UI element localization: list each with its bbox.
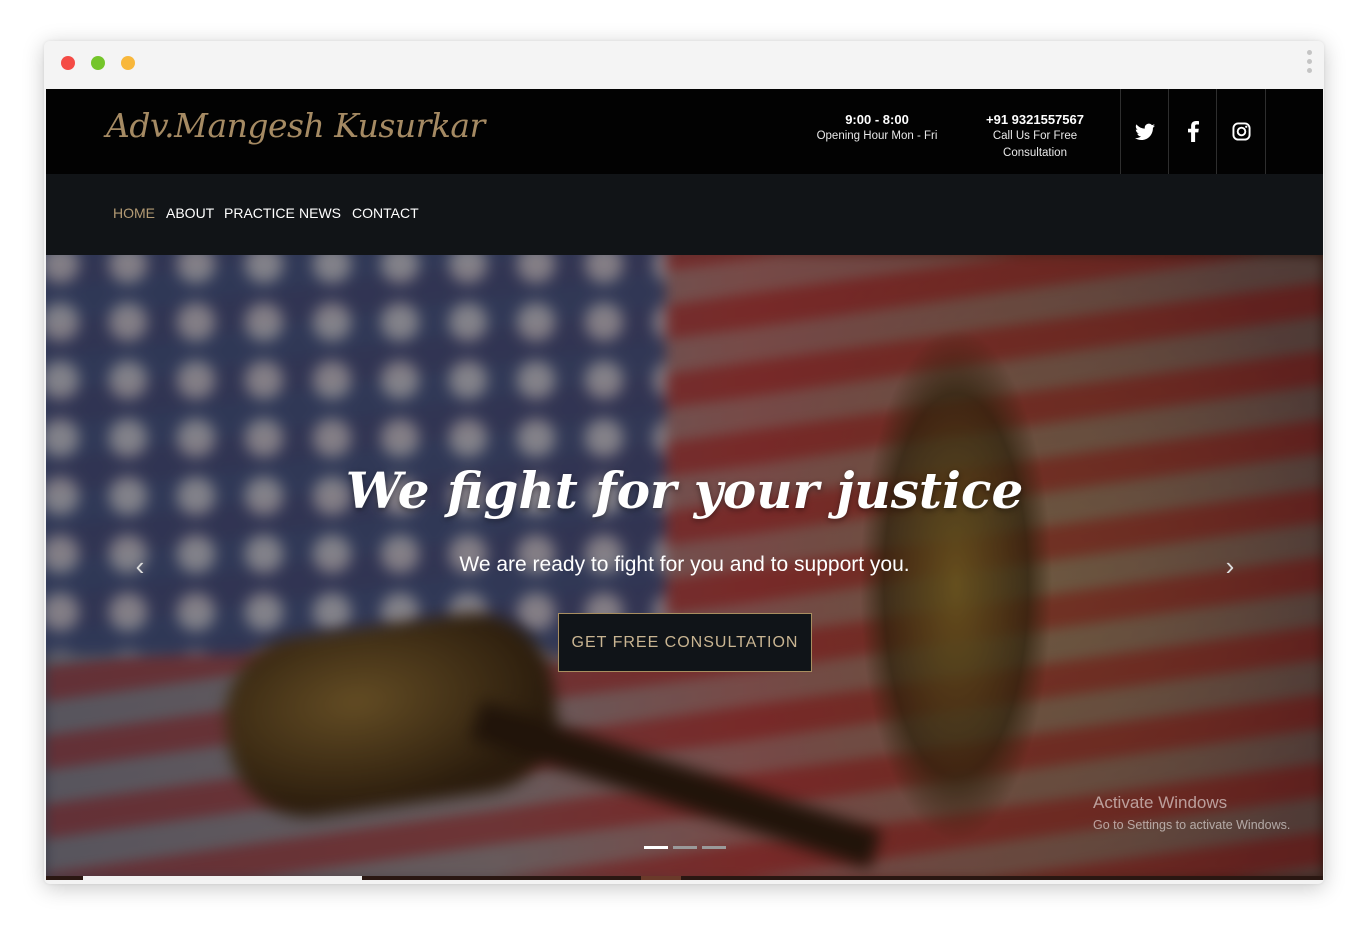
- activate-windows-title: Activate Windows: [1093, 793, 1228, 812]
- twitter-icon: [1135, 123, 1155, 140]
- slider-next-arrow-icon[interactable]: ›: [1220, 553, 1240, 579]
- nav-news[interactable]: NEWS: [299, 205, 341, 221]
- nav-contact[interactable]: CONTACT: [352, 205, 419, 221]
- kebab-menu-icon[interactable]: [1306, 50, 1312, 76]
- minimize-window-button[interactable]: [91, 56, 105, 70]
- title-bar: [44, 41, 1324, 88]
- slide-indicator-2[interactable]: [673, 846, 697, 849]
- hours-caption: Opening Hour Mon - Fri: [816, 130, 938, 142]
- instagram-link[interactable]: [1216, 89, 1266, 174]
- twitter-link[interactable]: [1120, 89, 1169, 174]
- instagram-icon: [1231, 122, 1251, 141]
- phone-number[interactable]: +91 9321557567: [961, 111, 1109, 128]
- hero-slider: We fight for your justice We are ready t…: [46, 255, 1323, 879]
- top-header: Adv.Mangesh Kusurkar 9:00 - 8:00 Opening…: [46, 89, 1323, 174]
- phone-contact: +91 9321557567 Call Us For Free Consulta…: [961, 111, 1109, 162]
- horizontal-scrollbar[interactable]: [46, 876, 1323, 880]
- facebook-link[interactable]: [1168, 89, 1217, 174]
- close-window-button[interactable]: [61, 56, 75, 70]
- nav-practice[interactable]: PRACTICE: [224, 205, 295, 221]
- scrollbar-marker: [641, 876, 681, 880]
- activate-windows-hint: Go to Settings to activate Windows.: [1093, 818, 1291, 832]
- maximize-window-button[interactable]: [121, 56, 135, 70]
- facebook-icon: [1187, 121, 1199, 142]
- slider-prev-arrow-icon[interactable]: ‹: [130, 553, 150, 579]
- slide-indicator-1[interactable]: [644, 846, 668, 849]
- slide-indicator-3[interactable]: [702, 846, 726, 849]
- main-nav: HOME ABOUT PRACTICE NEWS CONTACT: [46, 174, 1323, 255]
- hero-title: We fight for your justice: [345, 461, 1024, 520]
- nav-about[interactable]: ABOUT: [166, 205, 214, 221]
- hours-value: 9:00 - 8:00: [845, 112, 909, 127]
- opening-hours: 9:00 - 8:00 Opening Hour Mon - Fri: [814, 111, 940, 145]
- scrollbar-thumb[interactable]: [83, 876, 362, 880]
- browser-window: Adv.Mangesh Kusurkar 9:00 - 8:00 Opening…: [44, 41, 1324, 884]
- page-viewport: Adv.Mangesh Kusurkar 9:00 - 8:00 Opening…: [46, 89, 1323, 879]
- nav-home[interactable]: HOME: [113, 205, 155, 221]
- site-logo[interactable]: Adv.Mangesh Kusurkar: [106, 106, 485, 145]
- phone-caption: Call Us For Free Consultation: [992, 130, 1078, 159]
- hero-subtitle: We are ready to fight for you and to sup…: [459, 553, 910, 576]
- get-free-consultation-button[interactable]: GET FREE CONSULTATION: [558, 613, 812, 672]
